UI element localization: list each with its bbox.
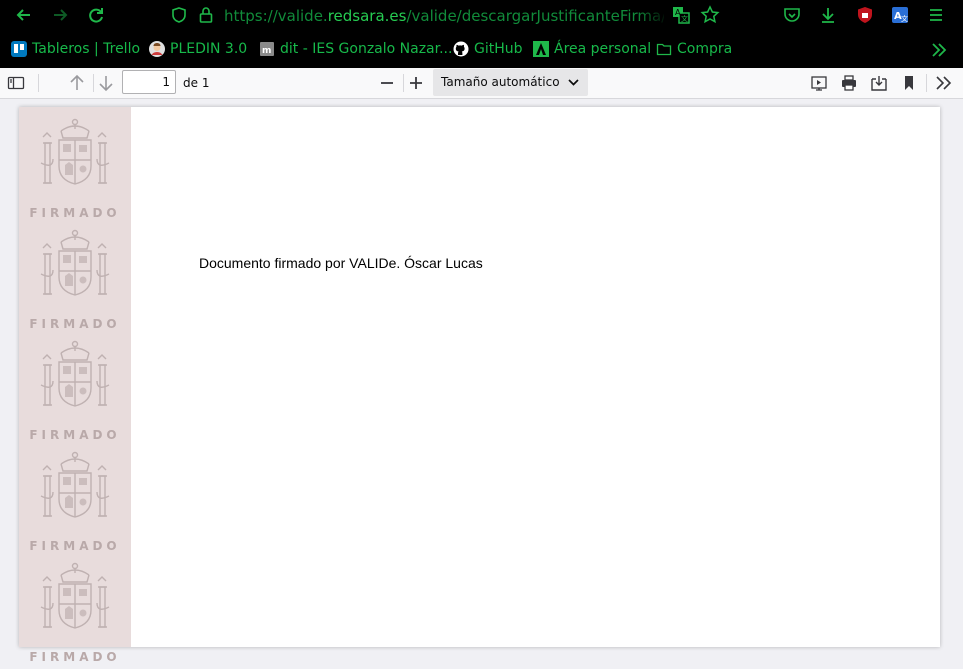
url-text[interactable]: https://valide.redsara.es/valide/descarg…: [224, 6, 664, 26]
signature-stamp: FIRMADO: [19, 335, 131, 447]
presentation-icon: [811, 76, 827, 91]
minus-icon: [381, 82, 393, 84]
folder-icon: [656, 43, 672, 56]
print-button[interactable]: [838, 72, 860, 94]
coat-of-arms-icon: [40, 229, 110, 296]
stamp-label: FIRMADO: [29, 539, 121, 553]
arrow-right-icon: [54, 9, 68, 21]
arrow-down-icon: [99, 76, 113, 92]
shield-icon[interactable]: [170, 6, 188, 24]
next-page-button[interactable]: [95, 72, 117, 94]
bookmark-label: Compra: [677, 41, 733, 57]
ublock-icon[interactable]: [855, 5, 875, 25]
signature-stamp: FIRMADO: [19, 446, 131, 558]
page-number-input[interactable]: 1: [122, 70, 176, 94]
chevron-down-icon: [568, 79, 579, 86]
zoom-select[interactable]: Tamaño automático: [433, 69, 588, 96]
stamp-label: FIRMADO: [29, 650, 121, 664]
bookmark-area-personal[interactable]: Área personal: [533, 38, 651, 60]
bookmark-label: Área personal: [554, 41, 652, 57]
coat-of-arms-icon: [40, 562, 110, 629]
page-count-label: de 1: [183, 76, 210, 90]
hamburger-menu-icon[interactable]: [926, 5, 946, 25]
download-icon[interactable]: [818, 5, 838, 25]
chevron-double-right-icon[interactable]: [930, 41, 948, 59]
stamp-label: FIRMADO: [29, 206, 121, 220]
stamp-label: FIRMADO: [29, 428, 121, 442]
svg-text:m: m: [262, 46, 271, 56]
svg-text:文: 文: [901, 14, 908, 23]
chevron-double-right-icon: [936, 76, 952, 90]
zoom-out-button[interactable]: [376, 72, 398, 94]
back-button[interactable]: [13, 4, 35, 26]
coat-of-arms-icon: [40, 451, 110, 518]
bookmark-folder-compra[interactable]: Compra: [656, 38, 732, 60]
bookmark-view-button[interactable]: [898, 72, 920, 94]
bookmark-label: GitHub: [474, 41, 523, 57]
zoom-in-button[interactable]: [405, 72, 427, 94]
toolbar-separator: [926, 74, 927, 92]
bookmark-label: dit - IES Gonzalo Nazar...: [280, 41, 453, 57]
previous-page-button[interactable]: [66, 72, 88, 94]
lock-icon[interactable]: [198, 6, 214, 24]
translate-icon[interactable]: A文: [671, 5, 691, 25]
sidebar-toggle-button[interactable]: [5, 72, 27, 94]
presentation-mode-button[interactable]: [808, 72, 830, 94]
zoom-select-value: Tamaño automático: [441, 75, 560, 89]
pdf-viewer[interactable]: FIRMADO FIRMADO FIRMADO FIRMADO FIRMADO …: [0, 99, 963, 664]
reload-icon: [89, 8, 103, 23]
url-fade: [638, 4, 668, 26]
stamp-label: FIRMADO: [29, 317, 121, 331]
signed-document-text: Documento firmado por VALIDe. Óscar Luca…: [199, 255, 483, 271]
tools-menu-button[interactable]: [933, 72, 955, 94]
pdf-page: FIRMADO FIRMADO FIRMADO FIRMADO FIRMADO …: [19, 107, 940, 664]
save-button[interactable]: [868, 72, 890, 94]
toolbar-separator: [38, 74, 39, 92]
forward-button[interactable]: [49, 4, 71, 26]
signature-stamp-strip: FIRMADO FIRMADO FIRMADO FIRMADO FIRMADO: [19, 107, 131, 664]
reload-button[interactable]: [85, 4, 107, 26]
plus-icon: [410, 77, 422, 89]
signature-stamp: FIRMADO: [19, 113, 131, 225]
moodle-icon: m: [260, 42, 274, 56]
avatar-icon: [149, 41, 165, 57]
andalucia-icon: [533, 41, 549, 57]
save-icon: [871, 76, 887, 91]
browser-nav-bar: https://valide.redsara.es/valide/descarg…: [0, 0, 963, 30]
bookmark-label: PLEDIN 3.0: [170, 41, 248, 57]
url-bar[interactable]: https://valide.redsara.es/valide/descarg…: [168, 2, 728, 28]
coat-of-arms-icon: [40, 340, 110, 407]
svg-text:文: 文: [681, 14, 688, 23]
bookmark-pledin[interactable]: PLEDIN 3.0: [149, 38, 247, 60]
translator-extension-icon[interactable]: A文: [890, 5, 910, 25]
bookmarks-toolbar: Tableros | Trello PLEDIN 3.0 m dit - IES…: [0, 30, 963, 98]
sidebar-icon: [7, 76, 25, 90]
pocket-icon[interactable]: [782, 5, 802, 25]
arrow-up-icon: [70, 74, 84, 90]
bookmark-label: Tableros | Trello: [32, 41, 141, 57]
github-icon: [453, 41, 469, 57]
toolbar-separator: [93, 74, 94, 92]
trello-icon: [11, 41, 27, 57]
signature-stamp: FIRMADO: [19, 224, 131, 336]
coat-of-arms-icon: [40, 118, 110, 185]
bookmark-github[interactable]: GitHub: [453, 38, 523, 60]
arrow-left-icon: [16, 9, 30, 21]
bookmark-moodle[interactable]: m dit - IES Gonzalo Nazar...: [259, 38, 452, 60]
bookmark-icon: [905, 76, 913, 90]
printer-icon: [842, 75, 856, 91]
bookmark-trello[interactable]: Tableros | Trello: [11, 38, 140, 60]
star-icon[interactable]: [700, 5, 720, 25]
pdf-toolbar: 1 de 1 Tamaño automático: [0, 68, 963, 99]
signature-stamp: FIRMADO: [19, 557, 131, 669]
toolbar-separator: [403, 74, 404, 92]
